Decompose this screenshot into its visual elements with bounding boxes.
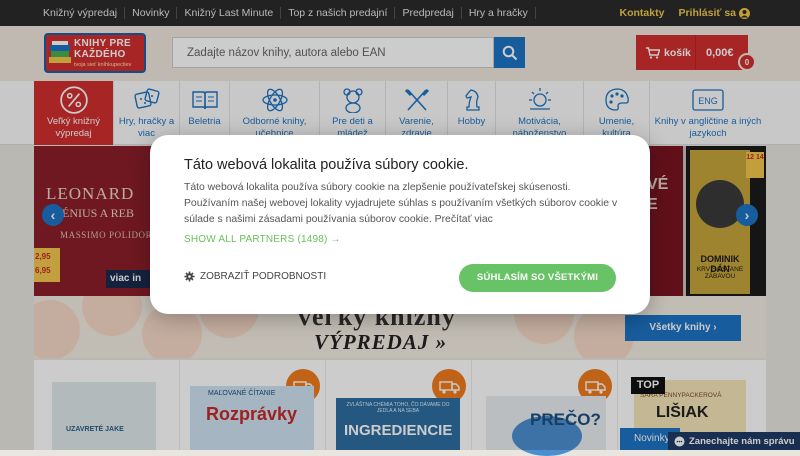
show-details-label: ZOBRAZIŤ PODROBNOSTI	[200, 271, 327, 282]
gear-icon	[184, 271, 195, 282]
accept-all-cookies-button[interactable]: SÚHLASÍM SO VŠETKÝMI	[459, 264, 616, 292]
show-details-button[interactable]: ZOBRAZIŤ PODROBNOSTI	[184, 271, 326, 282]
cookie-body-text: Táto webová lokalita používa súbory cook…	[184, 182, 618, 225]
show-partners-link[interactable]: SHOW ALL PARTNERS (1498) →	[184, 234, 341, 245]
cookie-title: Táto webová lokalita používa súbory cook…	[184, 157, 469, 173]
cookie-consent-dialog: Táto webová lokalita používa súbory cook…	[150, 135, 650, 314]
